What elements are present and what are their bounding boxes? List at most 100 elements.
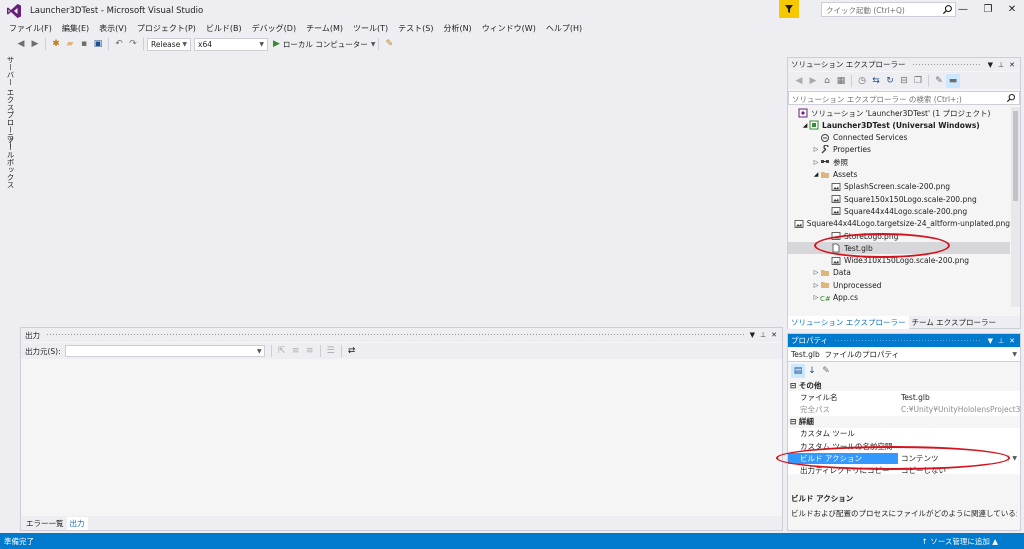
collapse-all-icon[interactable]: ⊟ (897, 74, 911, 88)
add-to-source-control-button[interactable]: ↑ ソース管理に追加 ▲ (922, 536, 998, 547)
menu-tools[interactable]: ツール(T) (348, 23, 393, 34)
configuration-select[interactable]: Release ▼ (147, 37, 191, 51)
dropdown-icon[interactable]: ▼ (750, 331, 755, 339)
tree-item[interactable]: Square150x150Logo.scale-200.png (788, 193, 1010, 205)
platform-select[interactable]: x64 ▼ (194, 37, 268, 51)
categorized-icon[interactable]: ▤ (791, 363, 805, 378)
output-text-area[interactable] (21, 359, 782, 514)
browser-link-icon[interactable]: ✎ (382, 37, 396, 51)
tree-item[interactable]: ◢ Launcher3DTest (Universal Windows) (788, 119, 1010, 131)
menu-view[interactable]: 表示(V) (94, 23, 132, 34)
tree-item[interactable]: Connected Services (788, 132, 1010, 144)
navigate-back-icon[interactable]: ◀ (14, 37, 28, 51)
new-project-icon[interactable]: ✱ (49, 37, 63, 51)
server-explorer-tab[interactable]: サーバー エクスプローラー (5, 56, 16, 148)
dropdown-icon[interactable]: ▼ (988, 337, 993, 345)
save-icon[interactable]: ▪ (77, 37, 91, 51)
property-row[interactable]: カスタム ツール (788, 428, 1020, 440)
tree-item[interactable]: ▷ Properties (788, 144, 1010, 156)
close-button[interactable]: ✕ (1000, 1, 1024, 17)
expand-arrow-icon[interactable]: ▷ (812, 159, 820, 166)
previous-message-icon[interactable]: ≡ (289, 344, 303, 358)
pin-icon[interactable]: ⊥ (998, 61, 1004, 69)
menu-window[interactable]: ウィンドウ(W) (477, 23, 541, 34)
property-pages-icon[interactable]: ✎ (819, 364, 833, 378)
tree-item[interactable]: ◢ Assets (788, 169, 1010, 181)
tree-item[interactable]: Square44x44Logo.scale-200.png (788, 205, 1010, 217)
restore-button[interactable]: ❐ (976, 1, 1000, 17)
toolbox-tab[interactable]: ツールボックス (5, 136, 16, 189)
property-category[interactable]: ⊟ 詳細 (788, 415, 1020, 428)
property-category[interactable]: ⊟ その他 (788, 379, 1020, 391)
menu-team[interactable]: チーム(M) (301, 23, 348, 34)
tree-item[interactable]: SplashScreen.scale-200.png (788, 181, 1010, 193)
tree-item-label: Square150x150Logo.scale-200.png (844, 194, 977, 204)
close-icon[interactable]: ✕ (1009, 337, 1015, 345)
menu-test[interactable]: テスト(S) (393, 23, 438, 34)
save-all-icon[interactable]: ▣ (91, 37, 105, 51)
properties-wrench-icon[interactable]: ✎ (932, 74, 946, 88)
pending-changes-filter-icon[interactable]: ◷ (855, 74, 869, 88)
expand-arrow-icon[interactable]: ◢ (801, 122, 809, 129)
find-message-icon[interactable]: ⇱ (275, 344, 289, 358)
property-value[interactable]: C:¥Unity¥UnityHololensProject3¥R (898, 405, 1020, 414)
property-value[interactable]: Test.glb (898, 393, 1020, 402)
tree-scrollbar[interactable] (1011, 107, 1020, 307)
menu-analyze[interactable]: 分析(N) (438, 23, 476, 34)
menu-edit[interactable]: 編集(E) (57, 23, 94, 34)
property-row[interactable]: 完全パス C:¥Unity¥UnityHololensProject3¥R (788, 403, 1020, 415)
tree-item-label: App.cs (833, 293, 859, 302)
tree-item[interactable]: ▷ Unprocessed (788, 279, 1010, 291)
navigate-forward-icon[interactable]: ▶ (28, 37, 42, 51)
menu-help[interactable]: ヘルプ(H) (541, 23, 587, 34)
tree-item[interactable]: ソリューション 'Launcher3DTest' (1 プロジェクト) (788, 107, 1010, 119)
scrollbar-thumb[interactable] (1013, 111, 1018, 201)
show-all-files-icon[interactable]: ❐ (911, 74, 925, 88)
chevron-down-icon[interactable]: ▼ (1008, 454, 1020, 462)
solution-explorer-search-input[interactable]: ソリューション エクスプローラー の検索 (Ctrl+;) (788, 91, 1020, 105)
switch-views-icon[interactable]: ▦ (834, 74, 848, 88)
expand-arrow-icon[interactable]: ◢ (812, 171, 820, 178)
expand-arrow-icon[interactable]: ▷ (812, 146, 820, 153)
tab-solution-explorer[interactable]: ソリューション エクスプローラー (788, 315, 909, 329)
word-wrap-icon[interactable]: ⇄ (345, 344, 359, 358)
minimize-button[interactable]: — (951, 1, 975, 17)
menu-debug[interactable]: デバッグ(D) (247, 23, 301, 34)
properties-object-select[interactable]: Test.glb ファイルのプロパティ ▼ (788, 348, 1020, 362)
expand-arrow-icon[interactable]: ▷ (812, 282, 820, 289)
expand-arrow-icon[interactable]: ▷ (812, 294, 820, 301)
tree-item[interactable]: ▷ Data (788, 267, 1010, 279)
expand-arrow-icon[interactable]: ▷ (812, 269, 820, 276)
tab-output[interactable]: 出力 (66, 516, 88, 530)
tree-item[interactable]: Square44x44Logo.targetsize-24_altform-un… (788, 218, 1010, 230)
refresh-icon[interactable]: ↻ (883, 74, 897, 88)
pin-icon[interactable]: ⊥ (998, 337, 1004, 345)
close-icon[interactable]: ✕ (771, 331, 777, 339)
close-icon[interactable]: ✕ (1009, 61, 1015, 69)
run-button[interactable]: ▶ ローカル コンピューター ▼ (273, 39, 375, 50)
output-source-select[interactable]: ▼ (64, 345, 265, 357)
menu-file[interactable]: ファイル(F) (4, 23, 57, 34)
notification-flag-icon[interactable] (779, 0, 799, 18)
dropdown-icon[interactable]: ▼ (988, 61, 993, 69)
alphabetical-icon[interactable]: ↓ (805, 364, 819, 378)
clear-all-icon[interactable]: ☰ (324, 344, 338, 358)
menu-build[interactable]: ビルド(B) (201, 23, 247, 34)
pin-icon[interactable]: ⊥ (760, 331, 766, 339)
tree-item[interactable]: ▷ C# App.cs (788, 292, 1010, 304)
tab-error-list[interactable]: エラー一覧 (23, 517, 67, 530)
preview-selected-icon[interactable]: ▬ (946, 73, 960, 88)
undo-icon[interactable]: ↶ (112, 37, 126, 51)
sync-icon[interactable]: ⇆ (869, 74, 883, 88)
open-file-icon[interactable]: ▰ (63, 37, 77, 51)
quick-launch-input[interactable]: クイック起動 (Ctrl+Q) (821, 2, 956, 17)
forward-icon[interactable]: ▶ (806, 74, 820, 88)
home-icon[interactable]: ⌂ (820, 74, 834, 88)
menu-project[interactable]: プロジェクト(P) (132, 23, 201, 34)
redo-icon[interactable]: ↷ (126, 37, 140, 51)
tab-team-explorer[interactable]: チーム エクスプローラー (909, 316, 999, 329)
tree-item[interactable]: ▷ 参照 (788, 156, 1010, 168)
property-row[interactable]: ファイル名 Test.glb (788, 391, 1020, 403)
back-icon[interactable]: ◀ (792, 74, 806, 88)
next-message-icon[interactable]: ≡ (303, 344, 317, 358)
